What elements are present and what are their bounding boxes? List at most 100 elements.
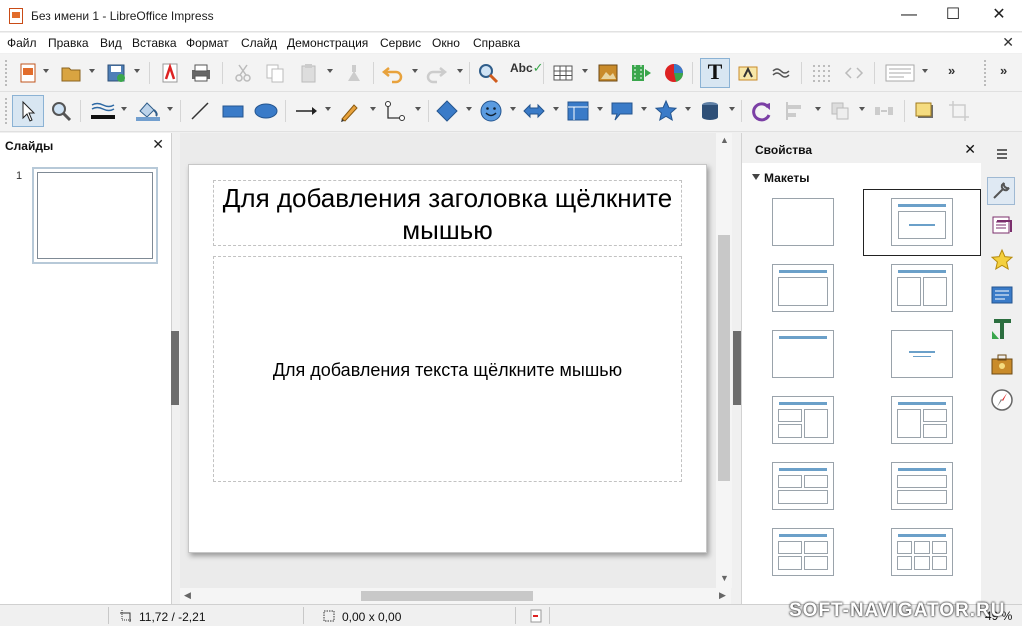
- menu-format[interactable]: Формат: [186, 36, 229, 50]
- chevron-down-icon[interactable]: [729, 107, 735, 111]
- hyperlink-icon[interactable]: [769, 61, 793, 85]
- toolbar-grip[interactable]: [5, 98, 7, 124]
- arrow-line-icon[interactable]: [294, 99, 318, 123]
- menu-window[interactable]: Окно: [432, 36, 460, 50]
- crop-icon[interactable]: [947, 99, 971, 123]
- curve-icon[interactable]: [338, 99, 362, 123]
- toolbar-overflow-button[interactable]: »: [1000, 63, 1007, 78]
- display-views-icon[interactable]: [884, 61, 916, 85]
- menu-file[interactable]: Файл: [7, 36, 37, 50]
- menu-view[interactable]: Вид: [100, 36, 122, 50]
- document-modified-icon[interactable]: [529, 609, 543, 623]
- navigator-icon[interactable]: [989, 387, 1015, 413]
- stars-icon[interactable]: [654, 99, 678, 123]
- open-folder-icon[interactable]: [59, 61, 83, 85]
- close-slides-pane-button[interactable]: ✕: [152, 136, 164, 153]
- copy-icon[interactable]: [263, 61, 287, 85]
- toolbar-grip[interactable]: [5, 60, 7, 86]
- chevron-down-icon[interactable]: [325, 107, 331, 111]
- select-icon[interactable]: [12, 95, 44, 127]
- block-arrows-icon[interactable]: [522, 99, 546, 123]
- menu-edit[interactable]: Правка: [48, 36, 89, 50]
- helplines-icon[interactable]: [842, 61, 866, 85]
- paste-icon[interactable]: [297, 61, 321, 85]
- chevron-down-icon[interactable]: [412, 69, 418, 73]
- menu-tools[interactable]: Сервис: [380, 36, 421, 50]
- rotate-icon[interactable]: [750, 99, 774, 123]
- minimize-button[interactable]: —: [886, 0, 932, 32]
- chevron-down-icon[interactable]: [370, 107, 376, 111]
- sidebar-menu-icon[interactable]: [989, 141, 1015, 167]
- scroll-left-icon[interactable]: ◀: [184, 590, 191, 601]
- distribute-icon[interactable]: [872, 99, 896, 123]
- vertical-scrollbar[interactable]: ▲ ▼: [716, 133, 732, 588]
- cut-icon[interactable]: [231, 61, 255, 85]
- toolbar-overflow-button[interactable]: »: [948, 63, 955, 78]
- layout-title-2-content-and-content[interactable]: [772, 396, 834, 444]
- chevron-down-icon[interactable]: [641, 107, 647, 111]
- line-color-icon[interactable]: [89, 99, 117, 123]
- maximize-button[interactable]: ☐: [930, 0, 976, 32]
- close-properties-button[interactable]: ✕: [964, 141, 976, 158]
- layout-title-content-over-content[interactable]: [891, 462, 953, 510]
- scroll-right-icon[interactable]: ▶: [719, 590, 726, 601]
- fontwork-icon[interactable]: [736, 61, 760, 85]
- content-placeholder[interactable]: Для добавления текста щёлкните мышью: [213, 256, 682, 482]
- grid-icon[interactable]: [809, 61, 833, 85]
- layout-title-content-and-2-content[interactable]: [891, 396, 953, 444]
- basic-shapes-icon[interactable]: [435, 99, 459, 123]
- undo-icon[interactable]: [381, 61, 405, 85]
- chevron-down-icon[interactable]: [685, 107, 691, 111]
- styles-icon[interactable]: [989, 317, 1015, 343]
- chevron-down-icon[interactable]: [43, 69, 49, 73]
- slides-pane-collapse-handle[interactable]: [171, 331, 179, 405]
- animation-icon[interactable]: [989, 247, 1015, 273]
- redo-icon[interactable]: [424, 61, 448, 85]
- rectangle-icon[interactable]: [221, 99, 245, 123]
- toolbar-grip[interactable]: [984, 60, 986, 86]
- clone-formatting-icon[interactable]: [342, 61, 366, 85]
- 3d-objects-icon[interactable]: [698, 99, 722, 123]
- chevron-down-icon[interactable]: [167, 107, 173, 111]
- chevron-down-icon[interactable]: [415, 107, 421, 111]
- menu-insert[interactable]: Вставка: [132, 36, 177, 50]
- layout-title-slide[interactable]: [891, 198, 953, 246]
- connector-icon[interactable]: [383, 99, 407, 123]
- sidebar-collapse-handle[interactable]: [733, 331, 741, 405]
- find-replace-icon[interactable]: [476, 61, 500, 85]
- insert-chart-icon[interactable]: [662, 61, 686, 85]
- chevron-down-icon[interactable]: [553, 107, 559, 111]
- symbol-shapes-icon[interactable]: [479, 99, 503, 123]
- close-document-button[interactable]: ✕: [1002, 34, 1014, 51]
- chevron-down-icon[interactable]: [121, 107, 127, 111]
- slide-transition-icon[interactable]: [989, 212, 1015, 238]
- chevron-down-icon[interactable]: [134, 69, 140, 73]
- shadow-icon[interactable]: [913, 99, 937, 123]
- layout-centered-text[interactable]: [891, 330, 953, 378]
- chevron-down-icon[interactable]: [510, 107, 516, 111]
- menu-help[interactable]: Справка: [473, 36, 520, 50]
- flowchart-icon[interactable]: [566, 99, 590, 123]
- save-icon[interactable]: [104, 61, 128, 85]
- chevron-down-icon[interactable]: [89, 69, 95, 73]
- insert-media-icon[interactable]: [629, 61, 653, 85]
- chevron-down-icon[interactable]: [466, 107, 472, 111]
- layout-title-2-content-over-content[interactable]: [772, 462, 834, 510]
- layout-title-6-content[interactable]: [891, 528, 953, 576]
- export-pdf-icon[interactable]: [158, 61, 182, 85]
- master-slides-icon[interactable]: [989, 282, 1015, 308]
- menu-slide[interactable]: Слайд: [241, 36, 277, 50]
- line-icon[interactable]: [188, 99, 212, 123]
- insert-textbox-icon[interactable]: T: [700, 58, 730, 88]
- scroll-up-icon[interactable]: ▲: [720, 135, 729, 145]
- layout-title-only[interactable]: [772, 330, 834, 378]
- chevron-down-icon[interactable]: [922, 69, 928, 73]
- ellipse-icon[interactable]: [254, 99, 278, 123]
- menu-slideshow[interactable]: Демонстрация: [287, 36, 368, 50]
- layouts-section-title[interactable]: Макеты: [764, 171, 809, 185]
- align-icon[interactable]: [783, 99, 807, 123]
- chevron-down-icon[interactable]: [457, 69, 463, 73]
- zoom-pan-icon[interactable]: [49, 99, 73, 123]
- chevron-down-icon[interactable]: [327, 69, 333, 73]
- properties-icon[interactable]: [987, 177, 1015, 205]
